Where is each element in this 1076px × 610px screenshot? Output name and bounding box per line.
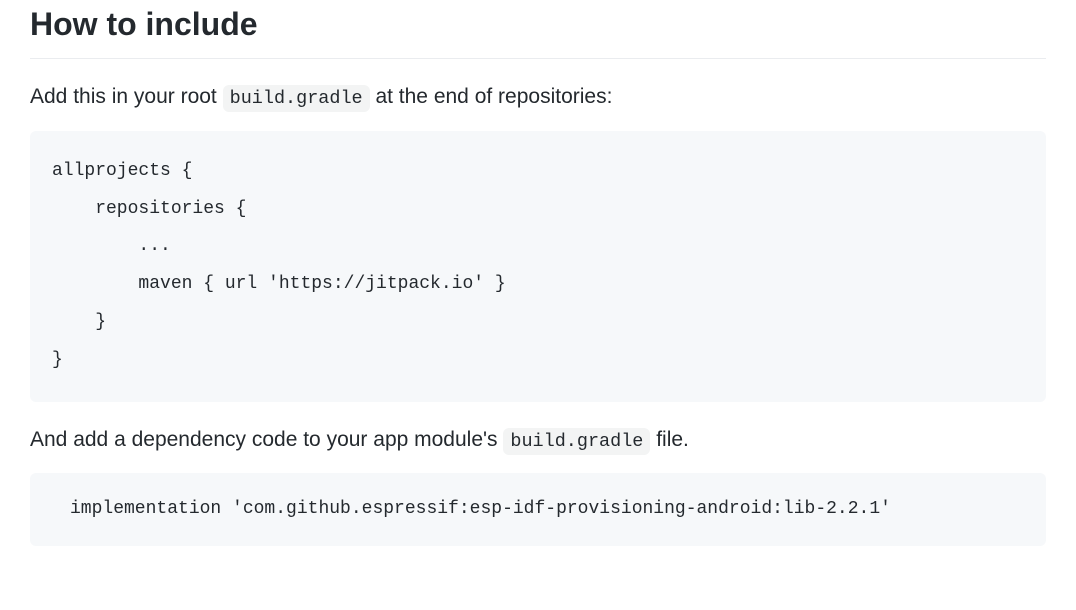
paragraph-text: Add this in your root (30, 85, 223, 108)
intro-paragraph-1: Add this in your root build.gradle at th… (30, 81, 1046, 113)
paragraph-text: And add a dependency code to your app mo… (30, 428, 503, 451)
code-block-repositories[interactable]: allprojects { repositories { ... maven {… (30, 131, 1046, 402)
section-heading: How to include (30, 0, 1046, 59)
code-block-implementation[interactable]: implementation 'com.github.espressif:esp… (30, 473, 1046, 546)
paragraph-text: at the end of repositories: (370, 85, 613, 108)
inline-code-build-gradle: build.gradle (223, 85, 370, 112)
paragraph-text: file. (650, 428, 689, 451)
intro-paragraph-2: And add a dependency code to your app mo… (30, 424, 1046, 456)
inline-code-build-gradle: build.gradle (503, 428, 650, 455)
